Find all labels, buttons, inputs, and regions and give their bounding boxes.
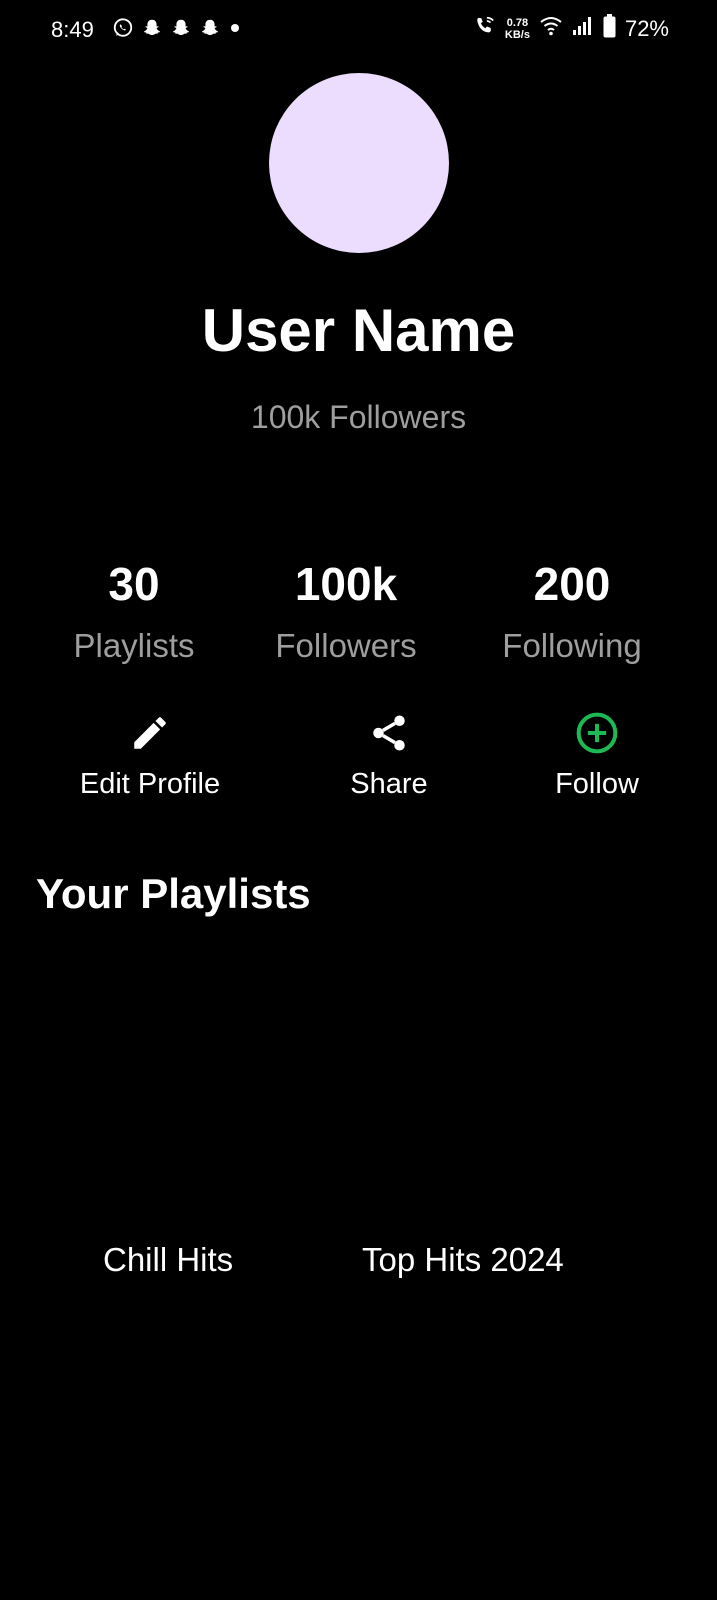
wifi-icon [539, 15, 563, 42]
signal-icon [572, 15, 594, 42]
playlist-item-top-hits-2024[interactable]: Top Hits 2024 [362, 1240, 564, 1280]
system-icons: 0.78 KB/s 72% [474, 14, 669, 43]
network-speed: 0.78 KB/s [505, 17, 530, 41]
stat-following-value: 200 [533, 558, 611, 610]
battery-percent: 72% [624, 15, 669, 41]
followers-subtitle: 100k Followers [250, 399, 467, 435]
stat-followers-value: 100k [294, 558, 398, 610]
wifi-call-icon [474, 15, 496, 42]
playlist-item-chill-hits[interactable]: Chill Hits [103, 1240, 233, 1280]
add-circle-icon [575, 710, 619, 756]
network-speed-value: 0.78 [506, 16, 529, 29]
stat-playlists-label: Playlists [73, 627, 195, 664]
snapchat-icon [170, 17, 192, 39]
battery-icon [603, 14, 616, 43]
edit-profile-label: Edit Profile [79, 768, 221, 800]
share-button[interactable]: Share [279, 710, 499, 802]
stat-playlists-value: 30 [108, 558, 160, 610]
stat-following[interactable]: 200 Following [462, 556, 682, 666]
edit-profile-button[interactable]: Edit Profile [40, 710, 260, 802]
status-time: 8:49 [51, 17, 94, 42]
pencil-icon [129, 710, 171, 756]
whatsapp-icon [112, 17, 134, 39]
stat-followers-label: Followers [275, 627, 417, 664]
follow-label: Follow [555, 768, 639, 800]
share-icon [368, 710, 410, 756]
share-label: Share [350, 768, 428, 800]
snapchat-icon [199, 17, 221, 39]
status-bar: 8:49 0.78 KB/s 72% [0, 0, 717, 60]
notification-icons [112, 17, 239, 39]
snapchat-icon [141, 17, 163, 39]
user-name: User Name [201, 297, 516, 364]
stat-following-label: Following [502, 627, 642, 664]
stat-playlists[interactable]: 30 Playlists [24, 556, 244, 666]
playlists-section-title: Your Playlists [36, 870, 311, 917]
network-speed-unit: KB/s [504, 28, 530, 41]
stat-followers[interactable]: 100k Followers [236, 556, 456, 666]
avatar[interactable] [269, 73, 449, 253]
follow-button[interactable]: Follow [487, 710, 707, 802]
dot-icon [231, 24, 239, 32]
